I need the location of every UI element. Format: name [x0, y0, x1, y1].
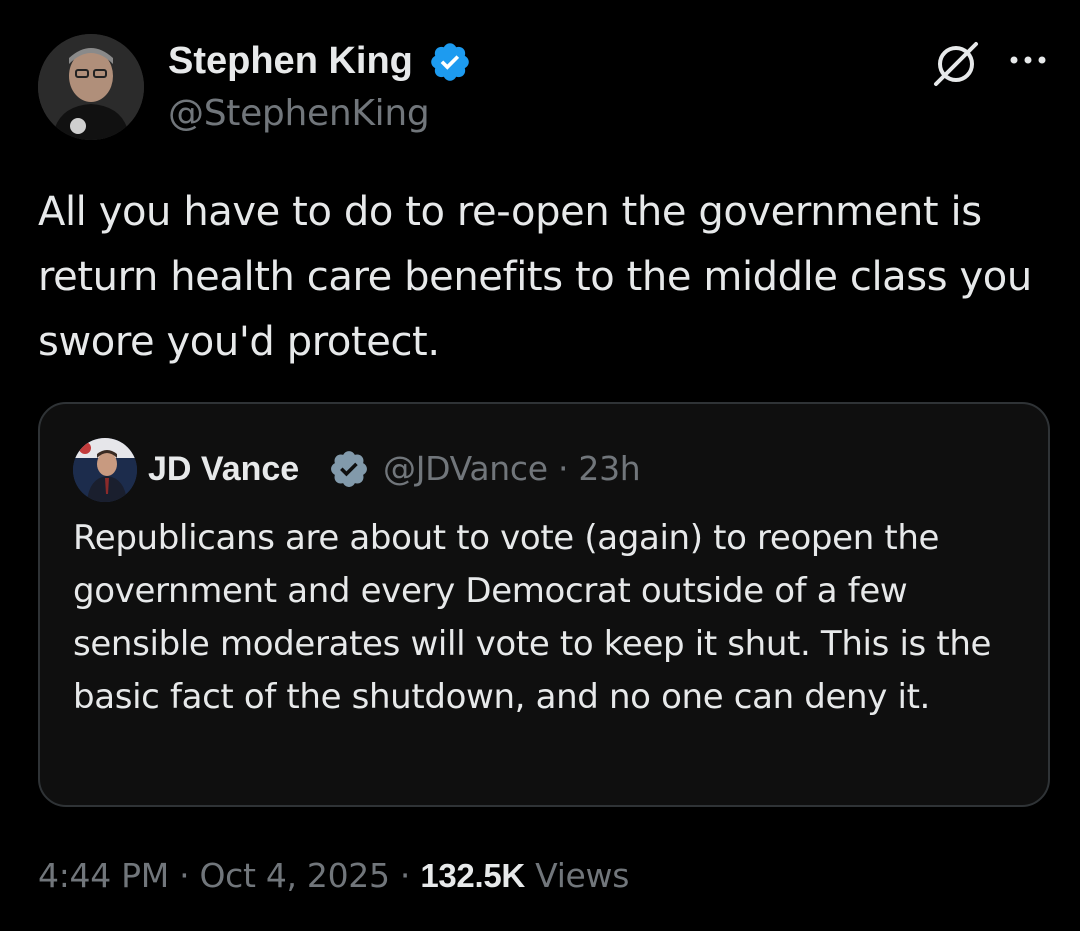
author-avatar[interactable]: [38, 34, 144, 140]
quoted-separator: ·: [557, 449, 569, 488]
author-name[interactable]: Stephen King: [168, 38, 413, 84]
verified-badge-gray-icon: [331, 451, 367, 487]
footer-separator: ·: [179, 856, 190, 895]
quoted-meta: @JDVance · 23h: [383, 448, 641, 490]
quoted-author-handle[interactable]: @JDVance: [383, 449, 548, 488]
more-options-icon[interactable]: [1006, 50, 1050, 70]
tweet-time[interactable]: 4:44 PM: [38, 856, 169, 895]
tweet-date[interactable]: Oct 4, 2025: [199, 856, 390, 895]
views-label: Views: [535, 856, 630, 895]
views-count[interactable]: 132.5K: [420, 857, 525, 894]
quoted-timestamp[interactable]: 23h: [578, 449, 640, 488]
footer-separator: ·: [399, 856, 411, 895]
quoted-tweet-text: Republicans are about to vote (again) to…: [73, 518, 992, 717]
grok-icon[interactable]: [930, 40, 982, 88]
quoted-avatar-photo-icon: [73, 438, 137, 502]
tweet-text: All you have to do to re-open the govern…: [38, 189, 1032, 365]
verified-badge-icon: [431, 43, 469, 81]
avatar-photo-icon: [38, 34, 144, 140]
quoted-tweet[interactable]: JD Vance @JDVance · 23h Republicans are …: [38, 402, 1050, 807]
tweet: Stephen King @StephenKing All you have t…: [0, 0, 1080, 931]
author-handle[interactable]: @StephenKing: [168, 92, 430, 136]
quoted-author-avatar[interactable]: [73, 438, 137, 502]
tweet-footer: 4:44 PM · Oct 4, 2025 · 132.5K Views: [38, 854, 629, 898]
quoted-author-name[interactable]: JD Vance: [148, 448, 299, 490]
